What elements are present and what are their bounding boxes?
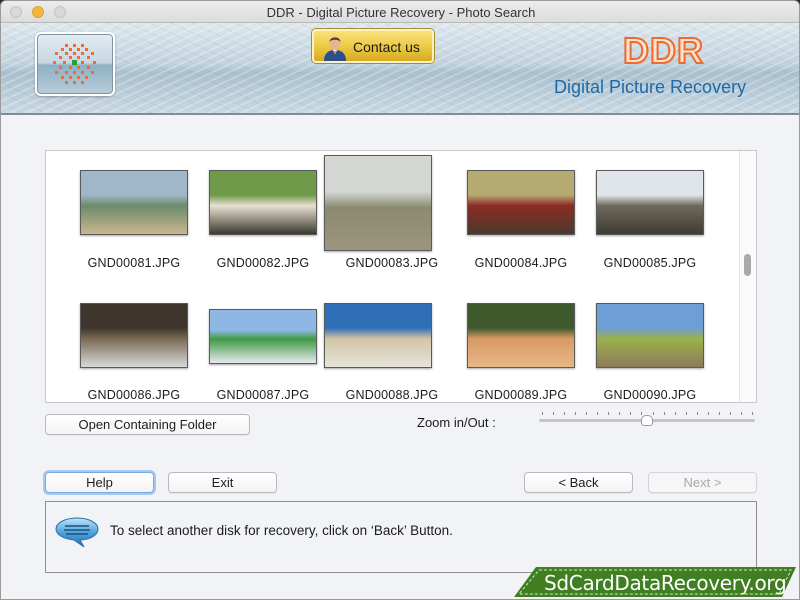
window-title: DDR - Digital Picture Recovery - Photo S… [266, 5, 536, 20]
exit-button[interactable]: Exit [168, 472, 277, 493]
zoom-slider-tick [730, 412, 731, 415]
zoom-slider-tick [664, 412, 665, 415]
zoom-slider-tick [619, 412, 620, 415]
gallery-scrollbar-thumb[interactable] [744, 254, 751, 276]
photo-filename: GND00086.JPG [87, 388, 181, 402]
photo-filename: GND00088.JPG [345, 388, 439, 402]
app-window: DDR - Digital Picture Recovery - Photo S… [0, 0, 800, 600]
zoom-slider-tick [575, 412, 576, 415]
header-banner: Contact us DDR Digital Picture Recovery [1, 23, 799, 115]
open-containing-folder-button[interactable]: Open Containing Folder [45, 414, 250, 435]
photo-thumbnail[interactable] [467, 170, 575, 235]
zoom-slider-tick [564, 412, 565, 415]
photo-filename: GND00085.JPG [603, 256, 697, 270]
photo-thumbnail[interactable] [596, 170, 704, 235]
zoom-slider-tick [553, 412, 554, 415]
zoom-slider-tick [697, 412, 698, 415]
photo-gallery: GND00081.JPG GND00082.JPG GND00083.JPG GND0… [45, 150, 757, 403]
brand-name: DDR [622, 29, 704, 72]
photo-filename: GND00081.JPG [87, 256, 181, 270]
photo-filename: GND00090.JPG [603, 388, 697, 402]
zoom-slider-tick [608, 412, 609, 415]
photo-thumbnail[interactable] [324, 303, 432, 368]
zoom-slider-tick [719, 412, 720, 415]
zoom-slider-tick [653, 412, 654, 415]
photo-filename: GND00082.JPG [216, 256, 310, 270]
status-message-box: To select another disk for recovery, cli… [45, 501, 757, 573]
contact-us-label: Contact us [353, 39, 420, 55]
help-button[interactable]: Help [45, 472, 154, 493]
photo-filename: GND00083.JPG [345, 256, 439, 270]
back-button[interactable]: < Back [524, 472, 633, 493]
status-message-text: To select another disk for recovery, cli… [110, 523, 453, 538]
zoom-slider-tick [752, 412, 753, 415]
zoom-slider[interactable] [539, 409, 755, 431]
zoom-slider-knob[interactable] [641, 415, 653, 426]
photo-thumbnail[interactable] [80, 303, 188, 368]
photo-thumbnail[interactable] [324, 155, 432, 251]
watermark-text: SdCardDataRecovery.org [544, 571, 787, 595]
title-bar: DDR - Digital Picture Recovery - Photo S… [1, 1, 799, 23]
website-watermark: SdCardDataRecovery.org [514, 567, 796, 597]
contact-person-icon [324, 36, 346, 61]
zoom-slider-tick [675, 412, 676, 415]
contact-us-button[interactable]: Contact us [312, 29, 434, 63]
photo-filename: GND00084.JPG [474, 256, 568, 270]
zoom-slider-tick [708, 412, 709, 415]
zoom-label: Zoom in/Out : [417, 415, 496, 430]
zoom-slider-tick [597, 412, 598, 415]
zoom-slider-tick [586, 412, 587, 415]
next-button: Next > [648, 472, 757, 493]
photo-thumbnail[interactable] [467, 303, 575, 368]
photo-filename: GND00089.JPG [474, 388, 568, 402]
app-logo-icon [53, 44, 96, 84]
photo-thumbnail[interactable] [209, 170, 317, 235]
zoom-slider-tick [686, 412, 687, 415]
zoom-slider-tick [741, 412, 742, 415]
speech-bubble-icon [55, 517, 99, 548]
zoom-slider-tick [641, 412, 642, 415]
gallery-scrollbar[interactable] [739, 151, 756, 402]
zoom-slider-tick [630, 412, 631, 415]
photo-thumbnail[interactable] [80, 170, 188, 235]
brand-subtitle: Digital Picture Recovery [554, 77, 747, 97]
photo-thumbnail[interactable] [209, 309, 317, 364]
zoom-slider-tick [542, 412, 543, 415]
app-logo [35, 32, 115, 96]
photo-thumbnail[interactable] [596, 303, 704, 368]
photo-filename: GND00087.JPG [216, 388, 310, 402]
